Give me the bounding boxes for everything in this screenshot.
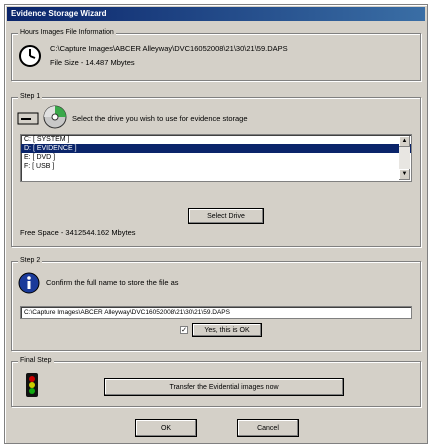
select-drive-button[interactable]: Select Drive (188, 208, 264, 224)
file-size-label: File Size - 14.487 Mbytes (50, 58, 135, 67)
step1-group: Step 1 Select the drive you wish to use … (11, 92, 421, 247)
scroll-up-button[interactable]: ▲ (399, 136, 410, 147)
drive-list-item[interactable]: C: [ SYSTEM ] (21, 135, 411, 144)
traffic-light-icon (26, 373, 38, 397)
confirm-ok-button[interactable]: Yes, this is OK (192, 323, 262, 337)
drive-list-item[interactable]: F: [ USB ] (21, 162, 411, 171)
step2-group: Step 2 Confirm the full name to store th… (11, 256, 421, 351)
hours-info-legend: Hours Images File Information (18, 28, 116, 38)
clock-icon (19, 45, 41, 67)
drive-list-scrollbar[interactable]: ▲ ▼ (399, 136, 410, 180)
scroll-down-button[interactable]: ▼ (399, 169, 410, 180)
step2-legend: Step 2 (18, 256, 43, 266)
final-step-legend: Final Step (18, 356, 54, 366)
drive-list-item[interactable]: E: [ DVD ] (21, 153, 411, 162)
drive-icon (17, 112, 39, 125)
evidence-storage-wizard-window: Evidence Storage Wizard Hours Images Fil… (4, 4, 428, 444)
file-path-label: C:\Capture Images\ABCER Alleyway\DVC1605… (50, 44, 288, 53)
transfer-images-button[interactable]: Transfer the Evidential images now (104, 378, 344, 396)
step1-instruction: Select the drive you wish to use for evi… (72, 114, 248, 123)
step1-legend: Step 1 (18, 92, 43, 102)
ok-button[interactable]: OK (135, 419, 197, 437)
final-step-group: Final Step Transfer the Evidential image… (11, 356, 421, 407)
step2-instruction: Confirm the full name to store the file … (46, 278, 179, 287)
free-space-label: Free Space - 3412544.162 Mbytes (20, 228, 136, 237)
file-name-field[interactable]: C:\Capture Images\ABCER Alleyway\DVC1605… (20, 306, 412, 319)
cd-icon (43, 105, 67, 129)
confirm-checkbox[interactable]: ✓ (180, 326, 188, 334)
hours-info-group: Hours Images File Information C:\Capture… (11, 28, 421, 81)
drive-list-item-selected[interactable]: D: [ EVIDENCE ] (21, 144, 411, 153)
window-title: Evidence Storage Wizard (7, 7, 425, 21)
cancel-button[interactable]: Cancel (237, 419, 299, 437)
drive-listbox[interactable]: C: [ SYSTEM ] D: [ EVIDENCE ] E: [ DVD ]… (20, 134, 412, 182)
info-icon (18, 272, 40, 294)
